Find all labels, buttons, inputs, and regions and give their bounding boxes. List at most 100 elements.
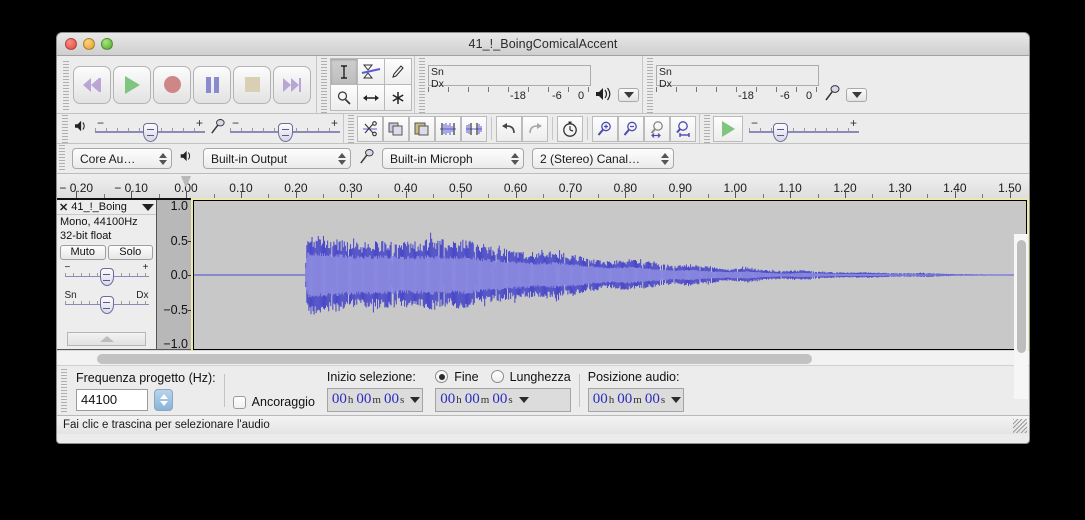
track-menu-chevron-down-icon[interactable] <box>142 203 154 211</box>
device-toolbar-grip[interactable] <box>57 144 66 170</box>
playback-meter[interactable]: Sn Dx -18 -6 0 <box>428 64 591 105</box>
recording-meter-menu-button[interactable] <box>846 87 867 102</box>
snap-checkbox[interactable] <box>232 395 246 409</box>
track-title-bar[interactable]: ✕ 41_!_Boing <box>57 200 156 215</box>
copy-button[interactable] <box>383 115 409 142</box>
waveform-clip[interactable] <box>191 198 1029 352</box>
selection-start-chevron-down-icon[interactable] <box>410 396 421 403</box>
play-speed-grip[interactable] <box>702 114 711 143</box>
input-device-select[interactable]: Built-in Microph <box>382 148 524 169</box>
selection-end-chevron-down-icon[interactable] <box>518 396 529 403</box>
horizontal-scrollbar-thumb[interactable] <box>97 354 812 364</box>
fit-project-button[interactable] <box>670 115 696 142</box>
edit-toolbar-grip[interactable] <box>346 114 355 143</box>
record-button[interactable] <box>153 65 191 104</box>
timeline-major-tick <box>790 191 792 198</box>
track-mute-button[interactable]: Muto <box>60 245 106 260</box>
recording-meter-bars: Sn Dx -18 -6 0 <box>656 64 819 105</box>
playhead-indicator[interactable] <box>181 176 192 188</box>
playback-meter-menu-button[interactable] <box>618 87 639 102</box>
trim-button[interactable] <box>435 115 461 142</box>
output-device-select[interactable]: Built-in Output <box>203 148 351 169</box>
tools-toolbar-grip[interactable] <box>319 56 328 113</box>
sync-lock-button[interactable] <box>557 115 583 142</box>
edit-toolbar <box>344 114 700 143</box>
selection-start-time-field[interactable]: 00 h 00 m 00 s <box>326 387 424 412</box>
output-volume-slider[interactable]: − + <box>95 116 205 142</box>
vertical-scrollbar[interactable] <box>1014 234 1028 399</box>
horizontal-scrollbar[interactable] <box>57 350 1029 365</box>
track-gain-plus-label: + <box>142 262 149 273</box>
redo-button[interactable] <box>522 115 548 142</box>
track-gain-slider[interactable]: − + <box>64 262 149 286</box>
track-gain-thumb[interactable] <box>99 268 114 286</box>
end-radio[interactable] <box>435 370 449 383</box>
project-rate-stepper[interactable] <box>154 388 173 411</box>
minimize-window-button[interactable] <box>83 38 95 50</box>
playback-meter-grip[interactable] <box>417 56 426 113</box>
play-speed-slider[interactable]: − + <box>749 116 859 142</box>
window-title: 41_!_BoingComicalAccent <box>468 37 618 51</box>
project-rate-group: Frequenza progetto (Hz): 44100 <box>70 366 222 415</box>
track-pan-thumb[interactable] <box>99 296 114 314</box>
resize-grip[interactable] <box>1013 419 1027 433</box>
timeline-major-tick <box>460 191 462 198</box>
undo-button[interactable] <box>496 115 522 142</box>
cut-button[interactable] <box>357 115 383 142</box>
close-window-button[interactable] <box>65 38 77 50</box>
track-pan-slider[interactable]: Sn Dx <box>64 290 149 314</box>
play-speed-toolbar: − + <box>700 114 1029 143</box>
asterisk-icon <box>391 91 404 104</box>
length-radio[interactable] <box>490 370 504 383</box>
timeline-major-tick <box>186 191 188 198</box>
skip-to-start-button[interactable] <box>73 65 111 104</box>
length-radio-label: Lunghezza <box>509 369 571 384</box>
zoom-in-button[interactable] <box>592 115 618 142</box>
zoom-tool[interactable] <box>329 84 358 111</box>
skip-to-end-button[interactable] <box>273 65 311 104</box>
selection-tool[interactable] <box>329 58 358 85</box>
draw-tool[interactable] <box>383 58 412 85</box>
zoom-out-button[interactable] <box>618 115 644 142</box>
vertical-scrollbar-thumb[interactable] <box>1017 240 1026 353</box>
fit-selection-button[interactable] <box>644 115 670 142</box>
zoom-window-button[interactable] <box>101 38 113 50</box>
timeshift-tool[interactable] <box>356 84 385 111</box>
silence-button[interactable] <box>461 115 487 142</box>
track-format-line-1: Mono, 44100Hz <box>60 216 138 228</box>
play-at-speed-button[interactable] <box>713 115 743 142</box>
recording-meter-grip[interactable] <box>645 56 654 113</box>
selection-end-time-field[interactable]: 00 h 00 m 00 s <box>435 387 571 412</box>
mixer-toolbar-grip[interactable] <box>60 114 69 143</box>
input-volume-slider[interactable]: − + <box>230 116 340 142</box>
track-collapse-button[interactable] <box>67 332 146 346</box>
snap-row[interactable]: Ancoraggio <box>232 395 315 409</box>
recording-meter[interactable]: Sn Dx -18 -6 0 <box>656 64 819 105</box>
envelope-tool[interactable] <box>356 58 385 85</box>
track-solo-button[interactable]: Solo <box>107 245 153 260</box>
stop-button[interactable] <box>233 65 271 104</box>
audio-position-time-field[interactable]: 00 h 00 m 00 s <box>587 387 685 412</box>
track-close-button[interactable]: ✕ <box>59 201 68 214</box>
output-volume-icon-wrap <box>73 119 91 138</box>
multi-tool[interactable] <box>383 84 412 111</box>
project-rate-input[interactable]: 44100 <box>76 388 148 411</box>
skip-end-icon <box>283 77 301 92</box>
play-speed-thumb[interactable] <box>773 122 788 142</box>
input-volume-thumb[interactable] <box>278 122 293 142</box>
undo-icon <box>502 122 515 133</box>
pause-button[interactable] <box>193 65 231 104</box>
audio-position-chevron-down-icon[interactable] <box>671 396 682 403</box>
input-channels-select[interactable]: 2 (Stereo) Canal… <box>532 148 674 169</box>
stop-icon <box>244 77 260 92</box>
transport-toolbar-grip[interactable] <box>61 59 70 110</box>
timeline-minor-tick <box>927 194 929 198</box>
audio-host-select[interactable]: Core Au… <box>72 148 172 169</box>
play-button[interactable] <box>113 65 151 104</box>
output-volume-thumb[interactable] <box>143 122 158 142</box>
selection-toolbar-grip[interactable] <box>59 367 68 414</box>
playback-left-label: Sn <box>431 66 444 78</box>
paste-button[interactable] <box>409 115 435 142</box>
timeline-ruler[interactable]: − 0.20− 0.10 0.00 0.10 0.20 0.30 0.40 0.50 0.60… <box>57 174 1029 200</box>
vertical-ruler-label: 0.0 <box>170 268 188 282</box>
